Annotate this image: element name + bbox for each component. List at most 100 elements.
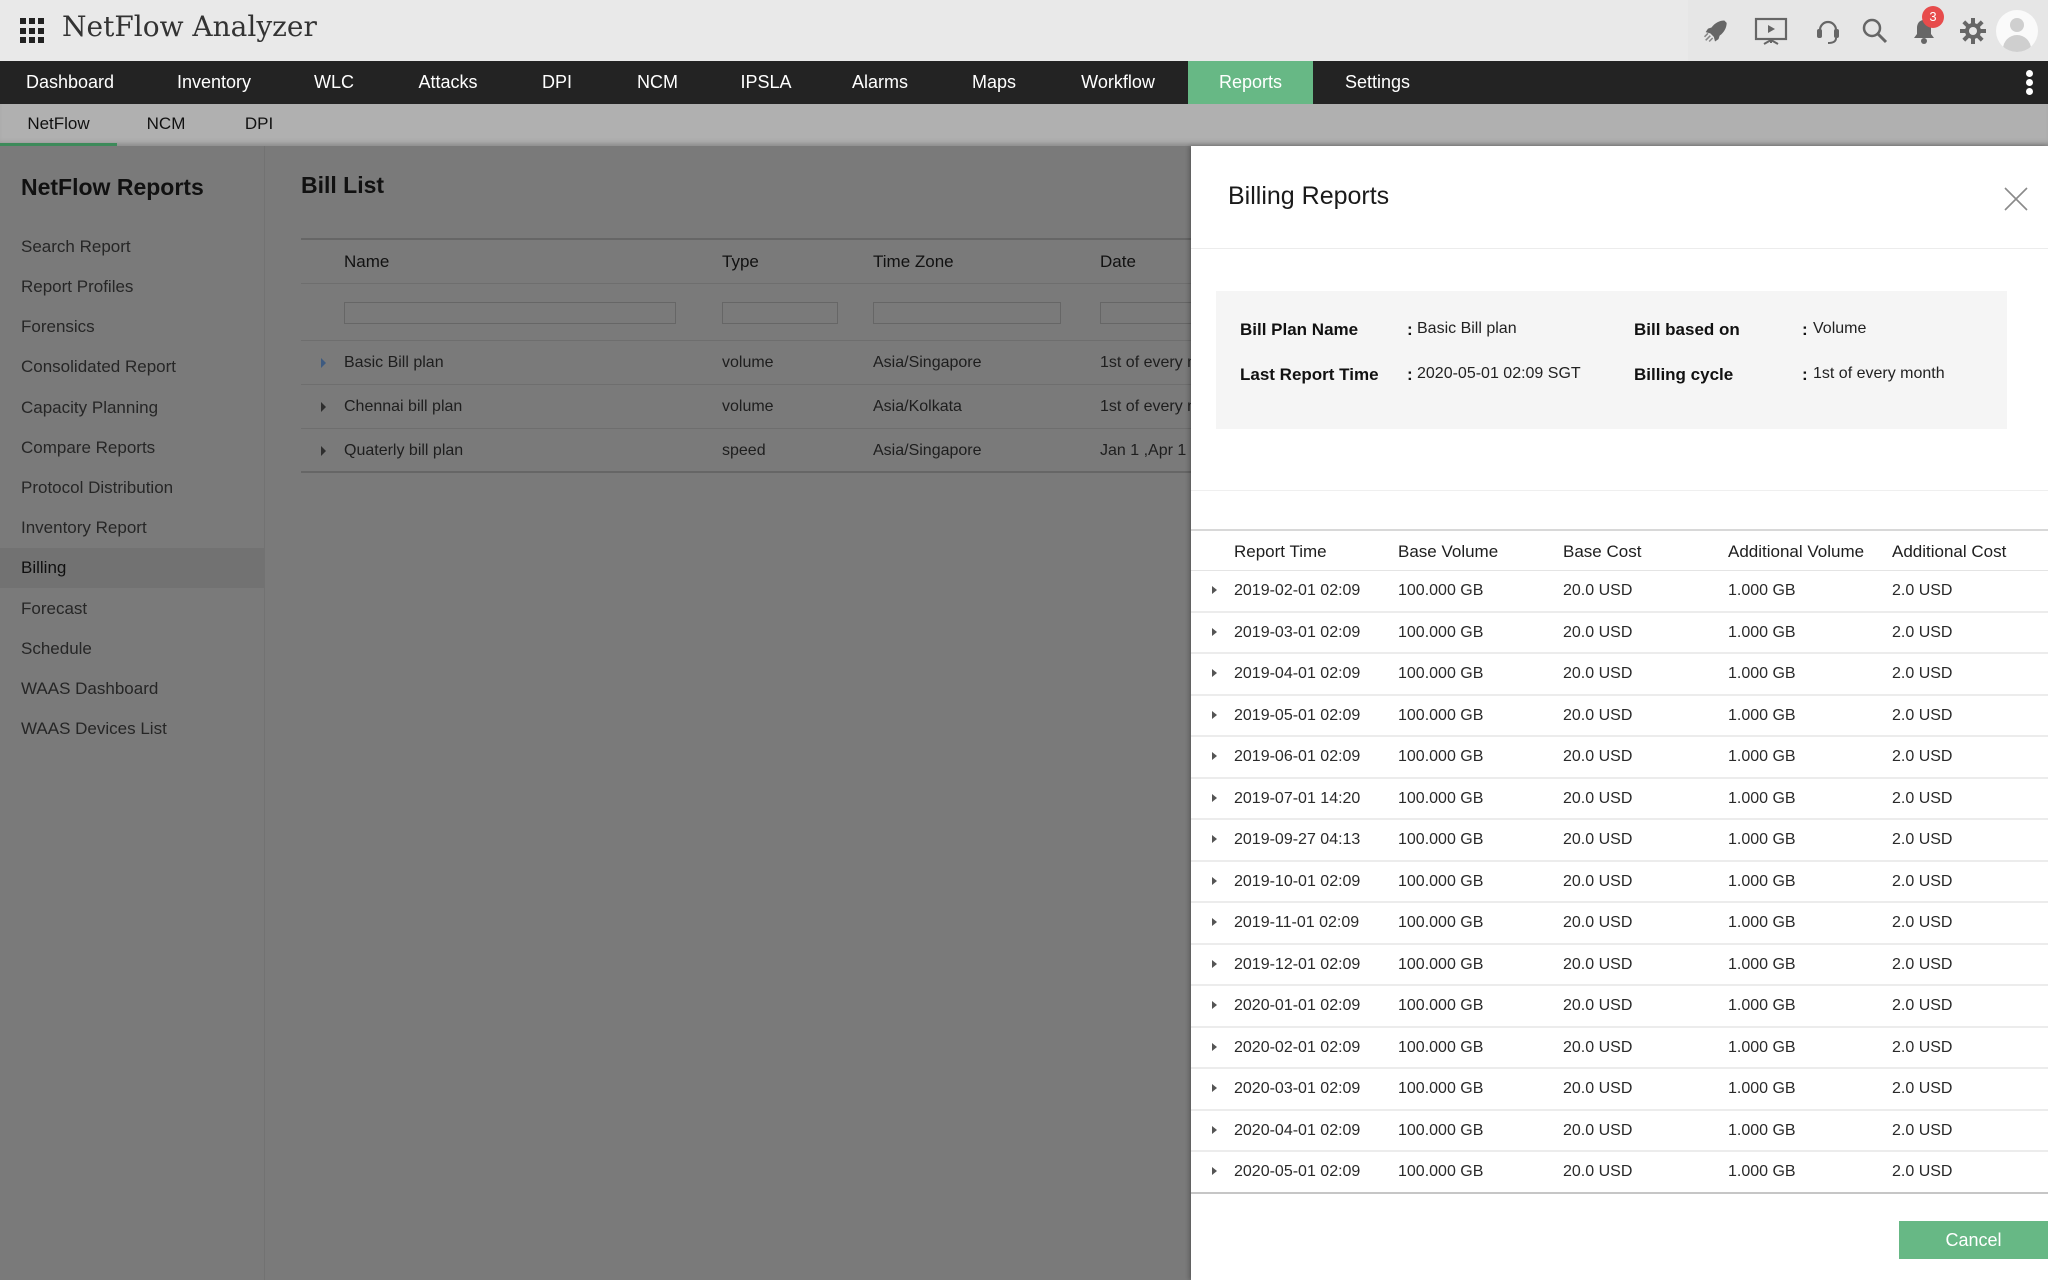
nav-ncm[interactable]: NCM	[620, 61, 695, 104]
nav-maps[interactable]: Maps	[955, 61, 1033, 104]
sidebar-title: NetFlow Reports	[21, 174, 204, 200]
nav-ipsla[interactable]: IPSLA	[725, 61, 807, 104]
nav-alarms[interactable]: Alarms	[835, 61, 925, 104]
expand-caret-icon[interactable]	[321, 446, 326, 456]
bill-name[interactable]: Basic Bill plan	[344, 341, 444, 385]
base-volume-cell: 100.000 GB	[1398, 665, 1484, 682]
sidebar-item-forecast[interactable]: Forecast	[0, 589, 265, 629]
sidebar-item-consolidated-report[interactable]: Consolidated Report	[0, 347, 265, 387]
sidebar-item-billing[interactable]: Billing	[0, 548, 265, 588]
nav-inventory[interactable]: Inventory	[160, 61, 268, 104]
additional-cost-cell: 2.0 USD	[1892, 1163, 1953, 1180]
base-volume-cell: 100.000 GB	[1398, 1163, 1484, 1180]
table-row[interactable]: 2019-06-01 02:09 100.000 GB 20.0 USD 1.000 …	[1191, 737, 2048, 779]
expand-caret-icon[interactable]	[1212, 876, 1217, 885]
table-row[interactable]: 2019-07-01 14:20 100.000 GB 20.0 USD 1.000 …	[1191, 779, 2048, 820]
separator: :	[1407, 365, 1413, 384]
column-header-base-cost[interactable]: Base Cost	[1563, 531, 1641, 573]
headset-icon[interactable]	[1810, 13, 1846, 49]
bill-name[interactable]: Chennai bill plan	[344, 385, 462, 429]
sidebar-item-forensics[interactable]: Forensics	[0, 307, 265, 347]
table-row[interactable]: 2019-09-27 04:13 100.000 GB 20.0 USD 1.000 …	[1191, 820, 2048, 862]
additional-volume-cell: 1.000 GB	[1728, 1038, 1796, 1056]
expand-caret-icon[interactable]	[1212, 710, 1217, 719]
expand-caret-icon[interactable]	[1212, 835, 1217, 843]
billing-cycle-label: Billing cycle	[1634, 365, 1734, 384]
bill-date: Jan 1 ,Apr 1 ,Jul 1 ,Oct 1	[1100, 442, 1191, 459]
sidebar-item-search-report[interactable]: Search Report	[0, 227, 265, 267]
cancel-button[interactable]: Cancel	[1899, 1221, 2048, 1259]
time-zone-filter-input[interactable]	[873, 302, 1061, 324]
expand-caret-icon[interactable]	[1212, 669, 1217, 677]
type-filter-input[interactable]	[722, 302, 838, 324]
bill-name[interactable]: Quaterly bill plan	[344, 429, 463, 473]
column-header-name[interactable]: Name	[344, 240, 389, 284]
gear-icon[interactable]	[1955, 13, 1991, 49]
user-avatar[interactable]	[1996, 10, 2038, 52]
nav-attacks[interactable]: Attacks	[400, 61, 496, 104]
table-row[interactable]: 2019-02-01 02:09 100.000 GB 20.0 USD 1.000 …	[1191, 571, 2048, 613]
nav-dpi[interactable]: DPI	[525, 61, 589, 104]
close-icon[interactable]	[2003, 186, 2029, 212]
table-row[interactable]: 2019-04-01 02:09 100.000 GB 20.0 USD 1.000 …	[1191, 654, 2048, 696]
column-header-date[interactable]: Date	[1100, 240, 1136, 284]
expand-caret-icon[interactable]	[1212, 1042, 1217, 1051]
table-row[interactable]: 2019-12-01 02:09 100.000 GB 20.0 USD 1.000 …	[1191, 945, 2048, 986]
nav-dashboard[interactable]: Dashboard	[0, 61, 140, 104]
nav-settings[interactable]: Settings	[1330, 61, 1425, 104]
table-row[interactable]: 2019-03-01 02:09 100.000 GB 20.0 USD 1.000 …	[1191, 613, 2048, 654]
nav-reports[interactable]: Reports	[1188, 61, 1313, 104]
table-row[interactable]: Quaterly bill plan speed Asia/Singapore …	[301, 429, 1201, 473]
expand-caret-icon[interactable]	[1212, 1167, 1217, 1175]
table-row[interactable]: 2019-05-01 02:09 100.000 GB 20.0 USD 1.000 …	[1191, 696, 2048, 737]
subnav-ncm[interactable]: NCM	[130, 104, 202, 146]
expand-caret-icon[interactable]	[1212, 918, 1217, 926]
table-row[interactable]: Chennai bill plan volume Asia/Kolkata 1s…	[301, 385, 1201, 429]
subnav-dpi[interactable]: DPI	[225, 104, 293, 146]
sidebar-item-protocol-distribution[interactable]: Protocol Distribution	[0, 468, 265, 508]
sidebar-item-inventory-report[interactable]: Inventory Report	[0, 508, 265, 548]
name-filter-input[interactable]	[344, 302, 676, 324]
table-row[interactable]: 2019-11-01 02:09 100.000 GB 20.0 USD 1.000 …	[1191, 903, 2048, 945]
sidebar-item-waas-dashboard[interactable]: WAAS Dashboard	[0, 669, 265, 709]
table-row[interactable]: 2020-02-01 02:09 100.000 GB 20.0 USD 1.000 …	[1191, 1028, 2048, 1069]
report-time-cell: 2019-06-01 02:09	[1234, 748, 1361, 765]
sidebar-item-report-profiles[interactable]: Report Profiles	[0, 267, 265, 307]
more-options-icon[interactable]	[2026, 70, 2034, 96]
table-row[interactable]: 2020-01-01 02:09 100.000 GB 20.0 USD 1.000 …	[1191, 986, 2048, 1028]
expand-caret-icon[interactable]	[1212, 752, 1217, 760]
table-row[interactable]: Basic Bill plan volume Asia/Singapore 1s…	[301, 341, 1201, 385]
column-header-additional-cost[interactable]: Additional Cost	[1892, 531, 2006, 573]
expand-caret-icon[interactable]	[321, 402, 326, 412]
base-cost-cell: 20.0 USD	[1563, 872, 1633, 890]
column-header-time-zone[interactable]: Time Zone	[873, 240, 954, 284]
sidebar-item-schedule[interactable]: Schedule	[0, 629, 265, 669]
column-header-additional-volume[interactable]: Additional Volume	[1728, 531, 1864, 573]
column-header-report-time[interactable]: Report Time	[1234, 531, 1327, 573]
expand-caret-icon[interactable]	[1212, 959, 1217, 968]
table-row[interactable]: 2020-05-01 02:09 100.000 GB 20.0 USD 1.000 …	[1191, 1152, 2048, 1194]
expand-caret-icon[interactable]	[1212, 586, 1217, 594]
presentation-icon[interactable]	[1753, 13, 1789, 49]
expand-caret-icon[interactable]	[1212, 1125, 1217, 1134]
search-icon[interactable]	[1857, 13, 1893, 49]
subnav-netflow[interactable]: NetFlow	[0, 104, 117, 146]
expand-caret-icon[interactable]	[1212, 1084, 1217, 1092]
table-row[interactable]: 2019-10-01 02:09 100.000 GB 20.0 USD 1.000 …	[1191, 862, 2048, 903]
notification-badge: 3	[1922, 6, 1944, 28]
column-header-base-volume[interactable]: Base Volume	[1398, 531, 1498, 573]
expand-caret-icon[interactable]	[321, 358, 326, 368]
expand-caret-icon[interactable]	[1212, 627, 1217, 636]
rocket-icon[interactable]	[1697, 13, 1733, 49]
table-row[interactable]: 2020-03-01 02:09 100.000 GB 20.0 USD 1.000 …	[1191, 1069, 2048, 1111]
column-header-type[interactable]: Type	[722, 240, 759, 284]
table-row[interactable]: 2020-04-01 02:09 100.000 GB 20.0 USD 1.000 …	[1191, 1111, 2048, 1152]
apps-grid-icon[interactable]	[20, 18, 46, 44]
sidebar-item-compare-reports[interactable]: Compare Reports	[0, 428, 265, 468]
sidebar-item-waas-devices-list[interactable]: WAAS Devices List	[0, 709, 265, 749]
nav-workflow[interactable]: Workflow	[1068, 61, 1168, 104]
expand-caret-icon[interactable]	[1212, 793, 1217, 802]
nav-wlc[interactable]: WLC	[295, 61, 373, 104]
expand-caret-icon[interactable]	[1212, 1001, 1217, 1009]
sidebar-item-capacity-planning[interactable]: Capacity Planning	[0, 388, 265, 428]
